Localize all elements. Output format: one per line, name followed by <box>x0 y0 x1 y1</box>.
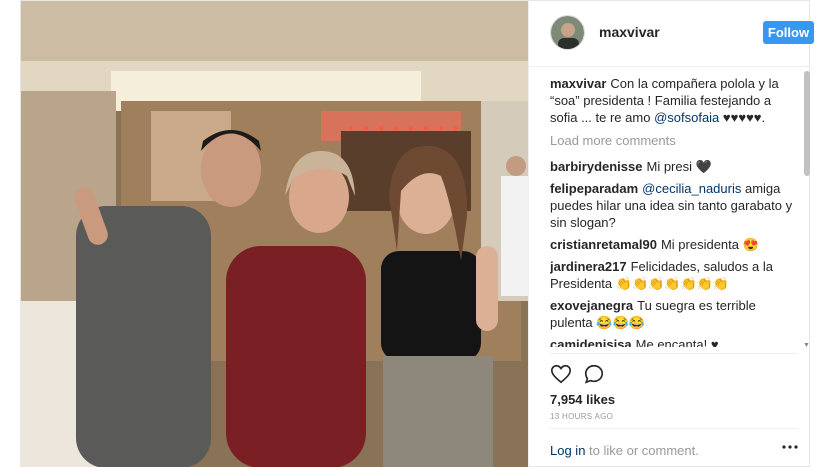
comment-username[interactable]: jardinera217 <box>550 259 627 274</box>
caption-username[interactable]: maxvivar <box>550 76 606 91</box>
comment-username[interactable]: barbirydenisse <box>550 159 643 174</box>
comments-scrollbar[interactable]: ▼ <box>803 71 810 349</box>
list-item: cristianretamal90 Mi presidenta 😍 <box>550 236 798 253</box>
load-more-comments[interactable]: Load more comments <box>550 132 798 149</box>
comment-username[interactable]: cristianretamal90 <box>550 237 657 252</box>
follow-button[interactable]: Follow <box>763 21 814 44</box>
post-container: maxvivar Follow maxvivar Con la compañera… <box>20 0 814 467</box>
login-prompt-text: to like or comment. <box>589 443 699 458</box>
username[interactable]: maxvivar <box>599 24 660 40</box>
comment-username[interactable]: camidenisisa <box>550 337 632 347</box>
more-icon[interactable] <box>782 445 798 449</box>
post-header: maxvivar Follow <box>529 1 814 67</box>
caption: maxvivar Con la compañera polola y la “so… <box>550 75 798 126</box>
comment-mention[interactable]: @cecilia_naduris <box>642 181 741 196</box>
comment-text: Mi presidenta 😍 <box>660 237 759 252</box>
comment-text: Mi presi 🖤 <box>646 159 712 174</box>
comments-list[interactable]: maxvivar Con la compañera polola y la “so… <box>550 75 798 347</box>
scrollbar-thumb[interactable] <box>804 71 810 176</box>
list-item: felipeparadam @cecilia_naduris amiga pued… <box>550 180 798 231</box>
caption-hearts: ♥♥♥♥♥. <box>722 110 766 125</box>
caption-mention[interactable]: @sofsofaia <box>654 110 719 125</box>
photo-image <box>21 1 528 467</box>
login-bar: Log in to like or comment. <box>550 428 798 458</box>
scroll-down-arrow-icon[interactable]: ▼ <box>803 342 810 349</box>
avatar[interactable] <box>550 15 585 50</box>
list-item: barbirydenisse Mi presi 🖤 <box>550 158 798 175</box>
list-item: camidenisisaMe encanta! ♥ extrañaremos n… <box>550 336 798 347</box>
action-buttons <box>550 360 798 388</box>
login-link[interactable]: Log in <box>550 443 585 458</box>
list-item: jardinera217 Felicidades, saludos a la Pr… <box>550 258 798 292</box>
likes-count[interactable]: 7,954 likes <box>550 392 798 407</box>
comment-username[interactable]: exovejanegra <box>550 298 633 313</box>
post-actions: 7,954 likes 13 HOURS AGO <box>550 353 798 421</box>
list-item: exovejanegra Tu suegra es terrible pulent… <box>550 297 798 331</box>
heart-icon[interactable] <box>550 363 572 385</box>
post-photo[interactable] <box>21 1 528 467</box>
post-sidebar: maxvivar Follow maxvivar Con la compañera… <box>528 1 814 467</box>
comment-username[interactable]: felipeparadam <box>550 181 638 196</box>
comment-icon[interactable] <box>583 363 605 385</box>
post-timestamp[interactable]: 13 HOURS AGO <box>550 412 798 421</box>
